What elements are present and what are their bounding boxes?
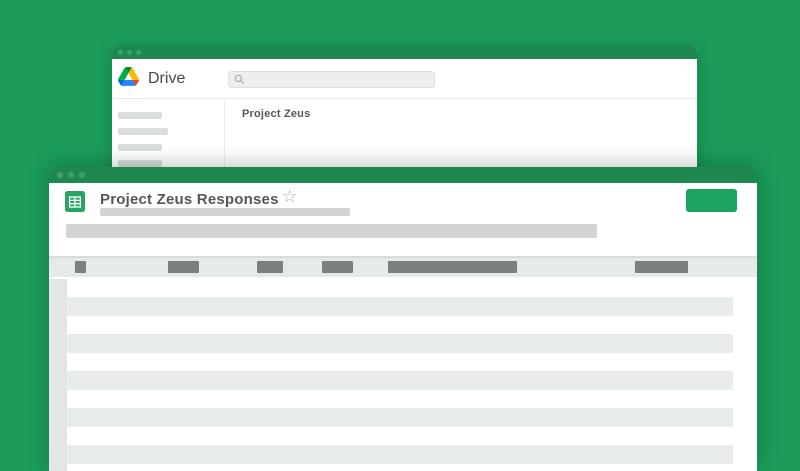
column-header-row [49,258,757,277]
share-button[interactable] [686,189,737,212]
column-header-block [75,261,86,273]
column-header-block [257,261,283,273]
doc-title[interactable]: Project Zeus Responses [100,191,279,208]
window-dot[interactable] [118,50,123,55]
menubar-placeholder[interactable] [100,208,350,216]
window-dot[interactable] [79,172,85,178]
search-input[interactable] [228,71,435,88]
star-icon[interactable]: ☆ [282,187,297,207]
spreadsheet-area [49,256,757,471]
window-dot[interactable] [136,50,141,55]
sidebar-placeholder-item[interactable] [118,160,162,167]
google-drive-icon [118,67,139,86]
window-control-dots[interactable] [57,172,85,178]
drive-window: Drive Project Zeus [112,46,697,186]
row-number-gutter [49,279,67,471]
drive-file-name[interactable]: Project Zeus [242,108,310,120]
column-header-block [322,261,353,273]
sidebar-placeholder-item[interactable] [118,112,162,119]
spreadsheet-rows [49,279,757,471]
sidebar-placeholder-item[interactable] [118,144,162,151]
green-backdrop: Drive Project Zeus Project Zeus Response… [0,0,800,471]
window-dot[interactable] [68,172,74,178]
drive-window-titlebar [112,46,697,59]
sheets-window-titlebar [49,167,757,183]
drive-app-name: Drive [148,70,186,87]
window-dot[interactable] [127,50,132,55]
google-sheets-icon [65,191,85,212]
table-row[interactable] [67,408,733,427]
sidebar-placeholder-item[interactable] [118,128,168,135]
table-row[interactable] [67,334,733,353]
sheets-header: Project Zeus Responses ☆ [49,183,757,256]
window-dot[interactable] [57,172,63,178]
magnifier-icon [234,74,245,85]
sheets-window: Project Zeus Responses ☆ [49,167,757,471]
column-header-block [635,261,688,273]
drive-header: Drive [112,59,697,99]
column-header-block [388,261,517,273]
table-row[interactable] [67,445,733,464]
table-row[interactable] [67,371,733,390]
toolbar-placeholder[interactable] [66,224,597,238]
column-header-block [168,261,199,273]
table-row[interactable] [67,297,733,316]
window-control-dots[interactable] [118,50,141,55]
